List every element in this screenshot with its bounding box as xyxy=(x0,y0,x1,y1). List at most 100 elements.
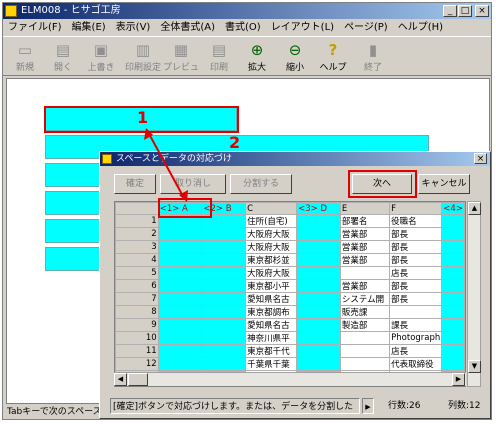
column-header[interactable]: C xyxy=(245,202,298,215)
help-button[interactable]: ? ヘルプ xyxy=(315,39,351,75)
row-number[interactable]: 2 xyxy=(115,227,159,241)
table-cell[interactable]: 代表取締役 xyxy=(389,357,443,371)
table-cell[interactable] xyxy=(157,253,203,267)
exit-button[interactable]: ▮ 終了 xyxy=(355,39,391,75)
confirm-button[interactable]: 確定 xyxy=(114,174,156,194)
table-cell[interactable] xyxy=(296,266,341,280)
table-cell[interactable] xyxy=(339,357,391,371)
table-cell[interactable]: Photograph xyxy=(389,331,443,345)
table-cell[interactable]: 部長 xyxy=(389,292,443,306)
table-cell[interactable] xyxy=(201,279,247,293)
table-cell[interactable] xyxy=(201,344,247,358)
menu-help[interactable]: ヘルプ(H) xyxy=(393,20,448,36)
scroll-thumb[interactable] xyxy=(128,373,148,386)
table-cell[interactable] xyxy=(157,240,203,254)
table-cell[interactable] xyxy=(296,344,341,358)
table-cell[interactable] xyxy=(441,240,465,254)
table-cell[interactable] xyxy=(157,318,203,332)
table-cell[interactable] xyxy=(441,266,465,280)
column-header[interactable]: <3> D xyxy=(296,202,341,215)
table-cell[interactable] xyxy=(296,318,341,332)
menu-layout[interactable]: レイアウト(L) xyxy=(266,20,339,36)
table-cell[interactable]: 役職名 xyxy=(389,214,443,228)
row-number[interactable]: 5 xyxy=(115,266,159,280)
data-grid[interactable]: <1> A <2> B C <3> D E F <4> 1 住所(自宅) 部署名 役職名 2 大阪府大… xyxy=(114,201,466,387)
table-cell[interactable] xyxy=(441,292,465,306)
table-cell[interactable]: 製造部 xyxy=(339,318,391,332)
table-cell[interactable]: 部長 xyxy=(389,253,443,267)
row-number[interactable]: 4 xyxy=(115,253,159,267)
close-button[interactable]: × xyxy=(475,5,489,17)
table-cell[interactable] xyxy=(339,266,391,280)
overwrite-save-button[interactable]: ▣ 上書き xyxy=(83,39,119,75)
minimize-button[interactable]: _ xyxy=(443,5,457,17)
table-cell[interactable] xyxy=(441,279,465,293)
column-header[interactable]: <4> xyxy=(441,202,465,215)
table-cell[interactable]: 大阪府大阪 xyxy=(245,227,298,241)
table-cell[interactable]: システム開 xyxy=(339,292,391,306)
table-cell[interactable] xyxy=(201,240,247,254)
table-cell[interactable]: 部長 xyxy=(389,227,443,241)
vertical-scrollbar[interactable]: ▲ ▼ xyxy=(467,201,481,387)
row-number[interactable]: 11 xyxy=(115,344,159,358)
table-cell[interactable] xyxy=(441,344,465,358)
table-cell[interactable] xyxy=(296,331,341,345)
menu-edit[interactable]: 編集(E) xyxy=(67,20,111,36)
table-cell[interactable] xyxy=(296,357,341,371)
table-cell[interactable]: 部長 xyxy=(389,279,443,293)
menu-format[interactable]: 書式(O) xyxy=(220,20,266,36)
table-cell[interactable] xyxy=(296,253,341,267)
dialog-close-button[interactable]: × xyxy=(474,153,487,164)
table-cell[interactable]: 販売課 xyxy=(339,305,391,319)
zoom-in-button[interactable]: ⊕ 拡大 xyxy=(239,39,275,75)
table-cell[interactable]: 部長 xyxy=(389,240,443,254)
table-cell[interactable] xyxy=(201,331,247,345)
new-button[interactable]: ▭ 新規 xyxy=(7,39,43,75)
menu-view[interactable]: 表示(V) xyxy=(111,20,156,36)
open-button[interactable]: ▤ 開く xyxy=(45,39,81,75)
scroll-left-icon[interactable]: ◀ xyxy=(114,373,127,386)
table-cell[interactable] xyxy=(201,318,247,332)
table-cell[interactable]: 営業部 xyxy=(339,279,391,293)
menu-page[interactable]: ページ(P) xyxy=(339,20,393,36)
table-cell[interactable] xyxy=(296,240,341,254)
status-scroll-icon[interactable]: ▶ xyxy=(362,398,374,414)
menu-file[interactable]: ファイル(F) xyxy=(3,20,67,36)
table-cell[interactable] xyxy=(441,318,465,332)
scroll-right-icon[interactable]: ▶ xyxy=(452,373,465,386)
column-header[interactable]: F xyxy=(389,202,443,215)
preview-button[interactable]: ▦プレビュー xyxy=(163,39,199,86)
maximize-button[interactable]: □ xyxy=(458,5,472,17)
table-cell[interactable] xyxy=(201,227,247,241)
table-cell[interactable] xyxy=(441,305,465,319)
table-cell[interactable]: 東京都小平 xyxy=(245,279,298,293)
print-button[interactable]: ▤ 印刷 xyxy=(201,39,237,75)
table-cell[interactable] xyxy=(157,344,203,358)
table-cell[interactable] xyxy=(441,214,465,228)
table-cell[interactable] xyxy=(201,292,247,306)
row-number[interactable]: 9 xyxy=(115,318,159,332)
row-number[interactable]: 6 xyxy=(115,279,159,293)
table-cell[interactable]: 東京都千代 xyxy=(245,344,298,358)
table-cell[interactable] xyxy=(389,305,443,319)
scroll-up-icon[interactable]: ▲ xyxy=(468,202,481,215)
table-cell[interactable] xyxy=(201,305,247,319)
table-cell[interactable] xyxy=(339,331,391,345)
zoom-out-button[interactable]: ⊖ 縮小 xyxy=(277,39,313,75)
table-cell[interactable]: 営業部 xyxy=(339,227,391,241)
split-button[interactable]: 分割する xyxy=(230,174,292,194)
table-cell[interactable] xyxy=(441,227,465,241)
table-cell[interactable]: 神奈川県平 xyxy=(245,331,298,345)
table-cell[interactable] xyxy=(441,357,465,371)
table-cell[interactable] xyxy=(201,357,247,371)
table-cell[interactable] xyxy=(296,279,341,293)
horizontal-scrollbar[interactable]: ◀ ▶ xyxy=(114,372,466,386)
row-number[interactable]: 12 xyxy=(115,357,159,371)
table-cell[interactable] xyxy=(157,266,203,280)
table-cell[interactable] xyxy=(201,253,247,267)
row-number[interactable]: 10 xyxy=(115,331,159,345)
table-cell[interactable]: 東京都杉並 xyxy=(245,253,298,267)
column-header[interactable] xyxy=(115,202,159,215)
table-cell[interactable] xyxy=(296,305,341,319)
table-cell[interactable]: 営業部 xyxy=(339,240,391,254)
